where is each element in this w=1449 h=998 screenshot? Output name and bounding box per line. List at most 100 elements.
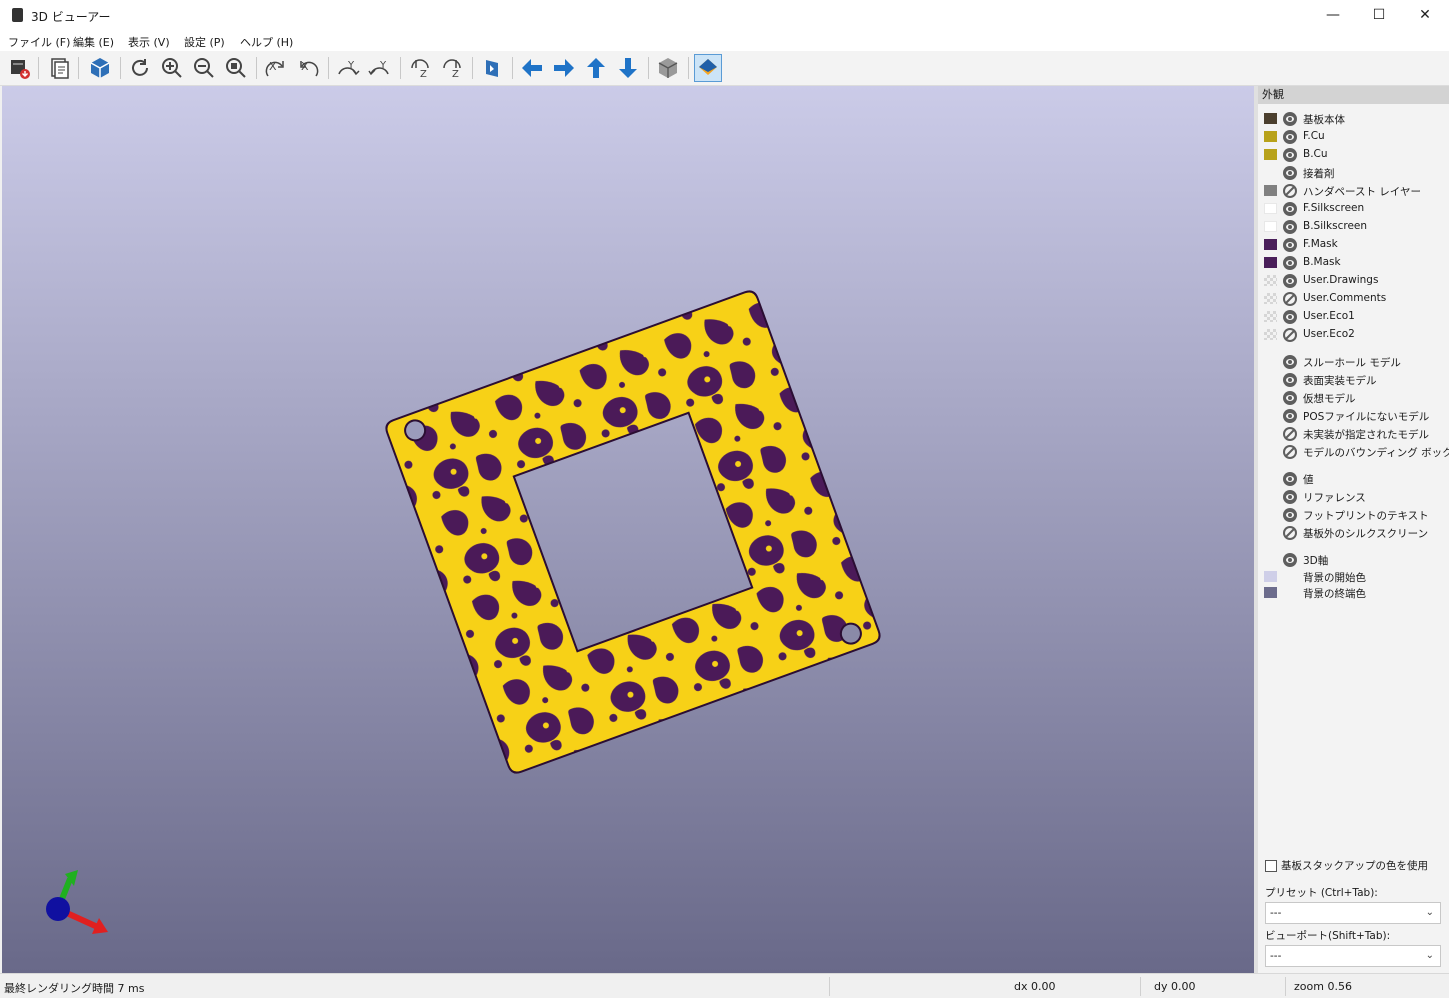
layer-row[interactable]: F.Mask: [1258, 236, 1449, 254]
use-stackup-colors-checkbox[interactable]: 基板スタックアップの色を使用: [1265, 858, 1428, 873]
maximize-button[interactable]: ☐: [1356, 0, 1402, 31]
color-swatch[interactable]: [1264, 329, 1277, 340]
eye-icon[interactable]: [1283, 256, 1297, 270]
3d-canvas[interactable]: [2, 86, 1254, 973]
layers-manager-icon[interactable]: [694, 54, 722, 82]
model-row[interactable]: POSファイルにないモデル: [1258, 407, 1449, 425]
preset-select[interactable]: --- ⌄: [1265, 902, 1441, 924]
color-swatch[interactable]: [1264, 257, 1277, 268]
color-swatch[interactable]: [1264, 311, 1277, 322]
eye-hidden-icon[interactable]: [1283, 184, 1297, 198]
zoom-out-icon[interactable]: [190, 54, 218, 82]
rotate-z-ccw-icon[interactable]: Z: [438, 54, 466, 82]
color-swatch[interactable]: [1264, 221, 1277, 232]
eye-icon[interactable]: [1283, 202, 1297, 216]
menu-preferences[interactable]: 設定 (P): [184, 34, 225, 50]
board-3d-icon[interactable]: [86, 54, 114, 82]
eye-icon[interactable]: [1283, 490, 1297, 504]
layer-row[interactable]: User.Eco2: [1258, 326, 1449, 344]
text-row[interactable]: リファレンス: [1258, 488, 1449, 506]
layer-row[interactable]: 接着剤: [1258, 164, 1449, 182]
eye-icon[interactable]: [1283, 130, 1297, 144]
model-row[interactable]: スルーホール モデル: [1258, 353, 1449, 371]
layer-row[interactable]: B.Mask: [1258, 254, 1449, 272]
menu-view[interactable]: 表示 (V): [128, 34, 170, 50]
close-button[interactable]: ✕: [1402, 0, 1448, 31]
svg-text:Z: Z: [420, 69, 427, 80]
color-swatch[interactable]: [1264, 185, 1277, 196]
eye-hidden-icon[interactable]: [1283, 292, 1297, 306]
eye-icon[interactable]: [1283, 409, 1297, 423]
checkbox-icon[interactable]: [1265, 860, 1277, 872]
eye-icon[interactable]: [1283, 220, 1297, 234]
orthographic-icon[interactable]: [654, 54, 682, 82]
eye-hidden-icon[interactable]: [1283, 328, 1297, 342]
color-swatch[interactable]: [1264, 239, 1277, 250]
eye-icon[interactable]: [1283, 166, 1297, 180]
rotate-y-cw-icon[interactable]: Y: [334, 54, 362, 82]
eye-icon[interactable]: [1283, 553, 1297, 567]
eye-icon[interactable]: [1283, 274, 1297, 288]
color-swatch[interactable]: [1264, 113, 1277, 124]
layer-row[interactable]: User.Comments: [1258, 290, 1449, 308]
move-up-icon[interactable]: [582, 54, 610, 82]
eye-icon[interactable]: [1283, 391, 1297, 405]
eye-icon[interactable]: [1283, 373, 1297, 387]
menu-file[interactable]: ファイル (F): [8, 34, 70, 50]
copy-image-icon[interactable]: [46, 54, 74, 82]
color-swatch[interactable]: [1264, 587, 1277, 598]
layer-label: 背景の開始色: [1303, 572, 1366, 584]
layer-row[interactable]: F.Cu: [1258, 128, 1449, 146]
rotate-y-ccw-icon[interactable]: Y: [366, 54, 394, 82]
text-row[interactable]: フットプリントのテキスト: [1258, 506, 1449, 524]
eye-icon[interactable]: [1283, 112, 1297, 126]
eye-hidden-icon[interactable]: [1283, 445, 1297, 459]
misc-row[interactable]: 3D軸: [1258, 551, 1449, 569]
eye-icon[interactable]: [1283, 472, 1297, 486]
text-row[interactable]: 値: [1258, 470, 1449, 488]
move-right-icon[interactable]: [550, 54, 578, 82]
menu-help[interactable]: ヘルプ (H): [240, 34, 293, 50]
model-row[interactable]: モデルのバウンディング ボックス: [1258, 443, 1449, 461]
layer-row[interactable]: F.Silkscreen: [1258, 200, 1449, 218]
rotate-x-ccw-icon[interactable]: X: [294, 54, 322, 82]
menu-edit[interactable]: 編集 (E): [73, 34, 114, 50]
model-row[interactable]: 表面実装モデル: [1258, 371, 1449, 389]
layer-row[interactable]: B.Cu: [1258, 146, 1449, 164]
model-row[interactable]: 仮想モデル: [1258, 389, 1449, 407]
eye-icon[interactable]: [1283, 148, 1297, 162]
eye-hidden-icon[interactable]: [1283, 526, 1297, 540]
color-swatch[interactable]: [1264, 149, 1277, 160]
eye-icon[interactable]: [1283, 508, 1297, 522]
eye-hidden-icon[interactable]: [1283, 427, 1297, 441]
layer-row[interactable]: User.Eco1: [1258, 308, 1449, 326]
color-swatch[interactable]: [1264, 275, 1277, 286]
layer-row[interactable]: ハンダペースト レイヤー: [1258, 182, 1449, 200]
rotate-z-cw-icon[interactable]: Z: [406, 54, 434, 82]
move-down-icon[interactable]: [614, 54, 642, 82]
misc-row[interactable]: 背景の終端色: [1258, 584, 1449, 602]
model-row[interactable]: 未実装が指定されたモデル: [1258, 425, 1449, 443]
layer-row[interactable]: 基板本体: [1258, 110, 1449, 128]
layer-label: ハンダペースト レイヤー: [1303, 186, 1421, 198]
reload-icon[interactable]: [126, 54, 154, 82]
eye-icon[interactable]: [1283, 238, 1297, 252]
zoom-in-icon[interactable]: [158, 54, 186, 82]
viewport-select[interactable]: --- ⌄: [1265, 945, 1441, 967]
export-icon[interactable]: [6, 54, 34, 82]
color-swatch[interactable]: [1264, 293, 1277, 304]
eye-icon[interactable]: [1283, 310, 1297, 324]
flip-board-icon[interactable]: [478, 54, 506, 82]
color-swatch[interactable]: [1264, 203, 1277, 214]
minimize-button[interactable]: —: [1310, 0, 1356, 31]
color-swatch[interactable]: [1264, 131, 1277, 142]
eye-icon[interactable]: [1283, 355, 1297, 369]
color-swatch[interactable]: [1264, 571, 1277, 582]
rotate-x-cw-icon[interactable]: X: [262, 54, 290, 82]
status-bar: 最終レンダリング時間 7 ms dx 0.00 dy 0.00 zoom 0.5…: [0, 973, 1449, 998]
move-left-icon[interactable]: [518, 54, 546, 82]
zoom-fit-icon[interactable]: [222, 54, 250, 82]
layer-row[interactable]: B.Silkscreen: [1258, 218, 1449, 236]
text-row[interactable]: 基板外のシルクスクリーン: [1258, 524, 1449, 542]
layer-row[interactable]: User.Drawings: [1258, 272, 1449, 290]
